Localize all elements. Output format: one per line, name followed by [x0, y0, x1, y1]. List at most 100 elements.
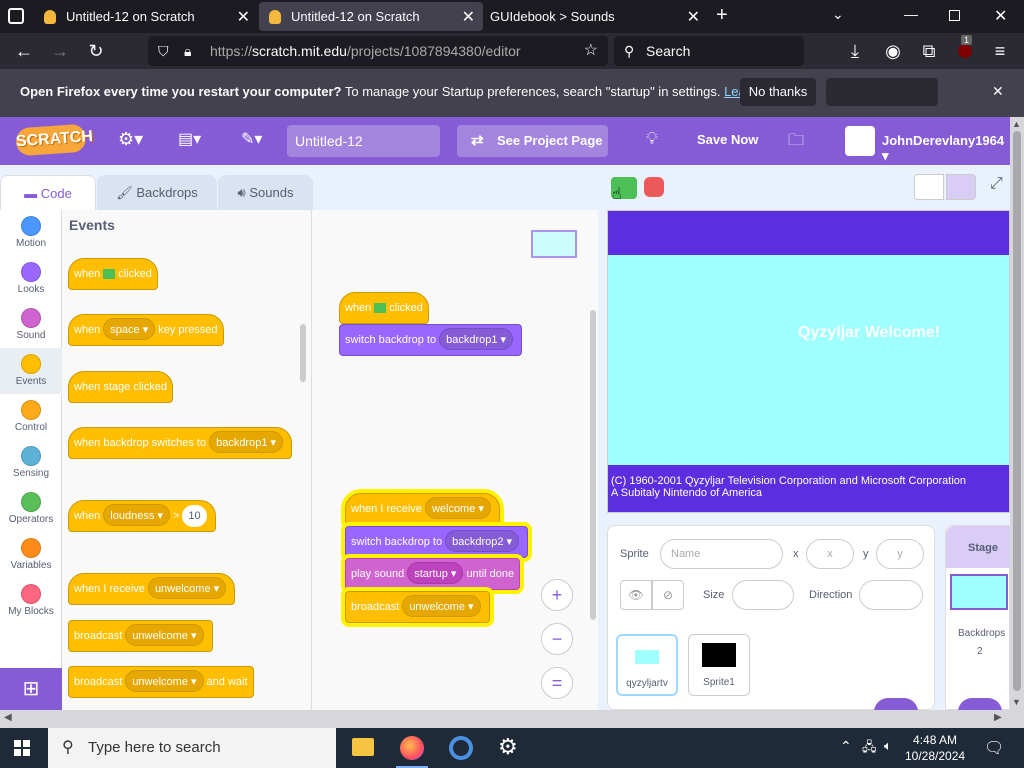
browser-tab-2[interactable]: Untitled-12 on Scratch ✕	[259, 2, 483, 31]
username-label[interactable]: JohnDerevlany1964 ▾	[882, 133, 1010, 164]
forward-arrow-icon[interactable]: →	[48, 39, 72, 63]
x-input[interactable]: x	[806, 539, 854, 569]
firefox-icon[interactable]	[400, 736, 424, 760]
category-motion[interactable]: Motion	[0, 210, 62, 256]
hamburger-menu-icon[interactable]: ≡	[988, 39, 1012, 63]
tab-sounds[interactable]: 🔊︎ Sounds	[218, 175, 313, 211]
system-clock[interactable]: 4:48 AM 10/28/2024	[905, 732, 965, 764]
fullscreen-icon[interactable]: ⤢	[990, 175, 1003, 193]
script1-switch-backdrop[interactable]: switch backdrop to backdrop1 ▾	[339, 324, 523, 356]
window-close-icon[interactable]: ✕	[994, 6, 1007, 26]
browser-circle-icon[interactable]	[449, 736, 473, 760]
file-menu-icon[interactable]: ▤▾	[178, 129, 201, 149]
scroll-up-icon[interactable]: ▲	[1012, 119, 1021, 129]
script2-when-i-receive[interactable]: when I receive welcome ▾	[345, 493, 500, 525]
new-tab-plus-icon[interactable]: +	[716, 4, 728, 27]
downloads-icon[interactable]: ⤓	[843, 39, 867, 63]
script1-when-flag-clicked[interactable]: when clicked	[339, 292, 429, 324]
backdrop-dropdown[interactable]: backdrop1 ▾	[209, 431, 284, 453]
when-backdrop-switches-block[interactable]: when backdrop switches to backdrop1 ▾	[68, 427, 293, 459]
backdrop-dropdown[interactable]: backdrop1 ▾	[439, 328, 514, 350]
scroll-left-icon[interactable]: ◀	[4, 712, 12, 723]
palette-scrollbar[interactable]	[300, 324, 306, 382]
category-looks[interactable]: Looks	[0, 256, 62, 302]
category-events[interactable]: Events	[0, 348, 62, 394]
minimize-icon[interactable]: —	[904, 6, 918, 22]
zoom-reset-button[interactable]: =	[541, 667, 573, 699]
restore-icon[interactable]	[949, 10, 960, 21]
stage-selector-pane[interactable]: Stage Backdrops 2	[945, 525, 1010, 712]
script-workspace[interactable]: when clicked switch backdrop to backdrop1 …	[312, 210, 598, 710]
windows-start-icon[interactable]	[14, 740, 30, 756]
category-operators[interactable]: Operators	[0, 486, 62, 532]
when-key-pressed-block[interactable]: when space ▾ key pressed	[68, 314, 224, 346]
lock-icon[interactable]: 🔒︎	[184, 36, 191, 66]
sensor-dropdown[interactable]: loudness ▾	[103, 504, 170, 526]
close-icon[interactable]: ✕	[462, 7, 475, 27]
sprite-card-sprite1[interactable]: Sprite1	[688, 634, 750, 696]
when-i-receive-block[interactable]: when I receive unwelcome ▾	[68, 573, 236, 605]
shield-icon[interactable]: ⛉	[158, 36, 169, 66]
account-icon[interactable]: ◉	[881, 39, 905, 63]
sound-dropdown[interactable]: startup ▾	[407, 562, 464, 584]
url-bar[interactable]: ⛉ 🔒︎ https://scratch.mit.edu/projects/10…	[148, 36, 608, 66]
when-flag-clicked-block[interactable]: when clicked	[68, 258, 158, 290]
threshold-input[interactable]: 10	[182, 505, 207, 527]
hide-eye-icon[interactable]: ⊘	[652, 580, 684, 610]
when-stage-clicked-block[interactable]: when stage clicked	[68, 371, 173, 403]
close-icon[interactable]: ✕	[237, 7, 250, 27]
key-dropdown[interactable]: space ▾	[103, 318, 156, 340]
notification-center-icon[interactable]: 🗨︎	[984, 738, 1004, 758]
size-input[interactable]	[732, 580, 794, 610]
settings-gear-icon[interactable]: ⚙▾	[118, 129, 143, 150]
normal-stage-icon[interactable]	[946, 174, 976, 200]
save-now-button[interactable]: Save Now	[697, 132, 758, 147]
folder-icon[interactable]: 🗀	[788, 129, 804, 156]
search-input[interactable]: ⚲ Search	[614, 36, 804, 66]
broadcast-and-wait-block[interactable]: broadcast unwelcome ▾ and wait	[68, 666, 254, 698]
no-thanks-button[interactable]: No thanks	[740, 78, 816, 106]
extensions-icon[interactable]: ⧉	[917, 39, 941, 63]
sprite-name-input[interactable]: Name	[660, 539, 783, 569]
stage-canvas[interactable]: Qyzyljar Welcome! (C) 1960-2001 Qyzyljar…	[607, 210, 1010, 513]
direction-input[interactable]	[859, 580, 923, 610]
when-loudness-block[interactable]: when loudness ▾ >10	[68, 500, 216, 532]
tab-code[interactable]: ▬ Code	[0, 175, 96, 211]
message-dropdown[interactable]: unwelcome ▾	[147, 577, 227, 599]
workspace-scrollbar[interactable]	[590, 310, 596, 620]
script2-broadcast[interactable]: broadcast unwelcome ▾	[345, 591, 490, 623]
message-dropdown[interactable]: unwelcome ▾	[402, 595, 481, 617]
edit-menu-icon[interactable]: ✎▾	[241, 129, 262, 149]
category-sensing[interactable]: Sensing	[0, 440, 62, 486]
volume-icon[interactable]: 🔈︎	[884, 738, 892, 754]
vertical-scrollbar[interactable]: ▲ ▼	[1010, 117, 1024, 710]
scroll-right-icon[interactable]: ▶	[994, 712, 1002, 723]
tray-chevron-up-icon[interactable]: ⌃	[840, 738, 852, 755]
taskbar-search-input[interactable]: ⚲ Type here to search	[48, 728, 336, 768]
set-startup-button[interactable]	[826, 78, 938, 106]
browser-tab-1[interactable]: Untitled-12 on Scratch ✕	[34, 2, 258, 31]
browser-tab-3[interactable]: GUIdebook > Sounds ✕	[484, 2, 708, 31]
tab-list-icon[interactable]	[8, 8, 24, 24]
zoom-out-button[interactable]: −	[541, 623, 573, 655]
lightbulb-icon[interactable]: 💡︎	[646, 129, 658, 149]
see-project-page-button[interactable]: ⇄ See Project Page	[457, 125, 608, 157]
close-icon[interactable]: ✕	[992, 83, 1004, 100]
tab-backdrops[interactable]: 🖌︎ Backdrops	[97, 175, 217, 211]
stop-button[interactable]	[644, 177, 664, 197]
category-control[interactable]: Control	[0, 394, 62, 440]
zoom-in-button[interactable]: +	[541, 579, 573, 611]
settings-gear-icon[interactable]: ⚙	[498, 734, 518, 760]
avatar[interactable]	[845, 126, 875, 156]
message-dropdown[interactable]: welcome ▾	[424, 497, 491, 519]
chevron-down-icon[interactable]: ⌄	[832, 6, 844, 23]
file-explorer-icon[interactable]	[352, 738, 374, 756]
bookmark-star-icon[interactable]: ☆	[584, 36, 598, 66]
project-title-input[interactable]: Untitled-12	[287, 125, 440, 157]
reload-icon[interactable]: ↻	[84, 39, 108, 63]
script2-switch-backdrop[interactable]: switch backdrop to backdrop2 ▾	[345, 526, 529, 558]
sprite-card-qyzyljartv[interactable]: qyzyljartv	[616, 634, 678, 696]
message-dropdown[interactable]: unwelcome ▾	[125, 670, 204, 692]
show-eye-icon[interactable]: 👁︎	[620, 580, 652, 610]
category-sound[interactable]: Sound	[0, 302, 62, 348]
